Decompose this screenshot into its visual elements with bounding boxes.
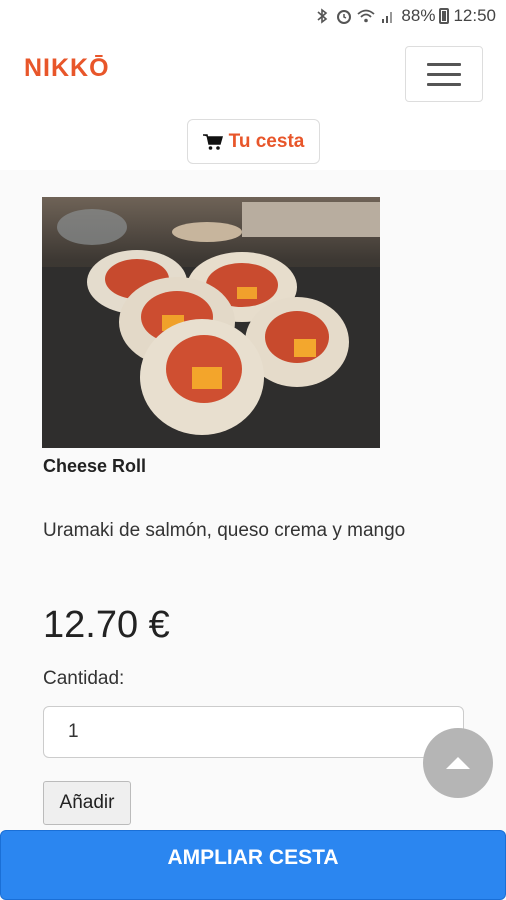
clock: 12:50 bbox=[453, 6, 496, 25]
hamburger-menu-icon[interactable] bbox=[405, 46, 483, 102]
cart-label: Tu cesta bbox=[228, 130, 305, 152]
wifi-icon bbox=[357, 6, 376, 26]
brand-logo[interactable]: NIKKŌ bbox=[24, 54, 110, 83]
navbar: NIKKŌ Tu cesta bbox=[0, 32, 506, 170]
signal-icon bbox=[379, 6, 397, 26]
status-bar: 88% 12:50 bbox=[0, 0, 506, 32]
product-name: Cheese Roll bbox=[43, 456, 147, 476]
product-image bbox=[42, 197, 380, 448]
quantity-input[interactable] bbox=[43, 706, 464, 758]
cart-button[interactable]: Tu cesta bbox=[187, 119, 320, 164]
alarm-icon bbox=[335, 6, 353, 26]
expand-cart-button[interactable]: AMPLIAR CESTA bbox=[0, 830, 506, 900]
add-to-cart-button[interactable]: Añadir bbox=[43, 781, 131, 825]
product-description: Uramaki de salmón, queso crema y mango bbox=[43, 520, 406, 541]
quantity-label: Cantidad: bbox=[43, 668, 125, 689]
battery-icon bbox=[439, 8, 450, 24]
shopping-cart-icon bbox=[202, 133, 223, 151]
scroll-to-top-button[interactable] bbox=[423, 728, 493, 798]
arrow-up-icon bbox=[446, 757, 470, 769]
bluetooth-icon bbox=[313, 6, 331, 26]
product-price: 12.70 € bbox=[43, 604, 170, 646]
main-content: Cheese Roll Uramaki de salmón, queso cre… bbox=[0, 170, 506, 900]
battery-percentage: 88% bbox=[401, 6, 436, 25]
